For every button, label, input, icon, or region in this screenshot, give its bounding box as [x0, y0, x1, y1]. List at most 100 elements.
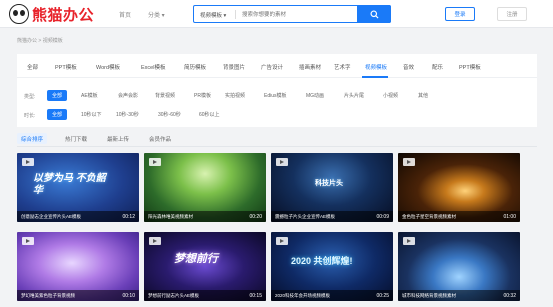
tab-illustration[interactable]: 插画素材 — [299, 63, 321, 71]
type-option-pr[interactable]: PR模板 — [194, 90, 211, 101]
duration-option-10-30[interactable]: 10秒-30秒 — [116, 109, 139, 120]
card-title: 梦想前行励志片头AE模板 — [148, 293, 200, 298]
card-title: 2020科技年会开场视频模板 — [275, 293, 331, 298]
video-card[interactable]: 以梦为马 不负韶华 创意励志企业宣传片头AE模板 00:12 — [17, 153, 139, 222]
register-button[interactable]: 注册 — [497, 7, 527, 21]
card-duration: 00:12 — [122, 213, 135, 220]
type-option-intro[interactable]: 片头片尾 — [344, 90, 364, 101]
card-caption: 震撼粒子片头企业宣传AE模板 00:09 — [271, 211, 393, 222]
search-bar: 视频模板 ▾ — [193, 5, 391, 23]
card-caption: 创意励志企业宣传片头AE模板 00:12 — [17, 211, 139, 222]
tab-all[interactable]: 全部 — [27, 63, 38, 71]
type-option-mg[interactable]: MG动画 — [306, 90, 324, 101]
play-icon — [22, 237, 34, 245]
search-icon — [369, 9, 379, 19]
card-caption: 金色粒子星空背景视频素材 01:00 — [398, 211, 520, 222]
card-caption: 梦想前行励志片头AE模板 00:15 — [144, 290, 266, 301]
type-option-short[interactable]: 小视频 — [383, 90, 398, 101]
search-type-select[interactable]: 视频模板 ▾ — [200, 11, 226, 19]
card-title: 震撼粒子片头企业宣传AE模板 — [275, 214, 336, 219]
sort-hot-download[interactable]: 热门下载 — [65, 133, 87, 144]
play-icon — [149, 158, 161, 166]
duration-filter-label: 时长: — [24, 113, 36, 119]
card-duration: 01:00 — [503, 213, 516, 220]
card-caption: 梦幻唯美紫色粒子背景视频 00:10 — [17, 290, 139, 301]
card-title: 梦幻唯美紫色粒子背景视频 — [21, 293, 75, 298]
type-option-live[interactable]: 实拍视频 — [225, 90, 245, 101]
card-duration: 00:10 — [122, 292, 135, 299]
category-tabs: 全部 PPT模板 Word模板 Excel模板 简历模板 背景图片 广告设计 插… — [17, 54, 537, 78]
tab-video-template[interactable]: 视频模板 — [365, 63, 387, 71]
type-option-ae[interactable]: AE模板 — [81, 90, 98, 101]
type-option-all[interactable]: 全部 — [47, 90, 68, 101]
tab-ppt-2[interactable]: PPT模板 — [459, 63, 481, 71]
active-tab-underline — [362, 76, 388, 78]
type-option-other[interactable]: 其他 — [418, 90, 428, 101]
duration-option-30-60[interactable]: 30秒-60秒 — [158, 109, 181, 120]
tab-sound[interactable]: 音效 — [403, 63, 414, 71]
panda-logo-icon — [9, 4, 29, 24]
card-title: 创意励志企业宣传片头AE模板 — [21, 214, 82, 219]
video-card[interactable]: 梦想前行 梦想前行励志片头AE模板 00:15 — [144, 232, 266, 301]
search-input[interactable] — [242, 8, 342, 21]
login-button[interactable]: 登录 — [445, 7, 475, 21]
sort-newest[interactable]: 最新上传 — [107, 133, 129, 144]
tab-resume[interactable]: 简历模板 — [184, 63, 206, 71]
tab-background[interactable]: 背景图片 — [223, 63, 245, 71]
play-icon — [149, 237, 161, 245]
sort-bar: 综合排序 热门下载 最新上传 会员作品 — [17, 130, 537, 147]
type-option-huisheng[interactable]: 会声会影 — [118, 90, 138, 101]
duration-option-under10[interactable]: 10秒以下 — [81, 109, 102, 120]
card-title: 阳光森林唯美视频素材 — [148, 214, 193, 219]
card-caption: 阳光森林唯美视频素材 00:20 — [144, 211, 266, 222]
play-icon — [22, 158, 34, 166]
card-caption: 城市科技网络背景视频素材 00:32 — [398, 290, 520, 301]
card-caption: 2020科技年会开场视频模板 00:25 — [271, 290, 393, 301]
play-icon — [276, 158, 288, 166]
category-panel: 全部 PPT模板 Word模板 Excel模板 简历模板 背景图片 广告设计 插… — [17, 54, 537, 127]
tab-ppt[interactable]: PPT模板 — [55, 63, 77, 71]
type-filter-row: 类型: 全部 AE模板 会声会影 背景视频 PR模板 实拍视频 Edius模板 … — [17, 90, 537, 102]
tab-excel[interactable]: Excel模板 — [141, 63, 165, 71]
thumbnail-overlay-text: 梦想前行 — [174, 253, 218, 265]
card-title: 城市科技网络背景视频素材 — [402, 293, 456, 298]
nav-category-dropdown[interactable]: 分类 ▾ — [148, 10, 165, 19]
play-icon — [403, 158, 415, 166]
card-duration: 00:25 — [376, 292, 389, 299]
video-card[interactable]: 金色粒子星空背景视频素材 01:00 — [398, 153, 520, 222]
video-card[interactable]: 城市科技网络背景视频素材 00:32 — [398, 232, 520, 301]
type-filter-label: 类型: — [24, 94, 36, 100]
breadcrumb[interactable]: 熊猫办公 > 视频模板 — [17, 37, 63, 44]
tab-ad-design[interactable]: 广告设计 — [261, 63, 283, 71]
play-icon — [276, 237, 288, 245]
duration-option-over60[interactable]: 60秒以上 — [199, 109, 220, 120]
duration-option-all[interactable]: 全部 — [47, 109, 68, 120]
sort-vip-works[interactable]: 会员作品 — [149, 133, 171, 144]
sort-comprehensive[interactable]: 综合排序 — [17, 133, 48, 144]
type-option-bg-video[interactable]: 背景视频 — [155, 90, 175, 101]
logo-text: 熊猫办公 — [32, 5, 95, 24]
card-title: 金色粒子星空背景视频素材 — [402, 214, 456, 219]
thumbnail-overlay-text: 科技片头 — [315, 180, 343, 187]
top-header: 熊猫办公 首页 分类 ▾ 视频模板 ▾ 登录 注册 — [0, 0, 553, 28]
tab-word[interactable]: Word模板 — [96, 63, 120, 71]
card-duration: 00:20 — [249, 213, 262, 220]
play-icon — [403, 237, 415, 245]
search-divider — [235, 10, 236, 19]
thumbnail-overlay-text: 以梦为马 不负韶华 — [33, 173, 106, 196]
nav-home[interactable]: 首页 — [119, 10, 131, 19]
card-duration: 00:32 — [503, 292, 516, 299]
search-button[interactable] — [357, 5, 391, 23]
site-logo[interactable]: 熊猫办公 — [9, 4, 94, 24]
video-card[interactable]: 阳光森林唯美视频素材 00:20 — [144, 153, 266, 222]
card-duration: 00:09 — [376, 213, 389, 220]
type-option-edius[interactable]: Edius模板 — [264, 90, 287, 101]
video-card[interactable]: 2020 共创辉煌! 2020科技年会开场视频模板 00:25 — [271, 232, 393, 301]
tab-music[interactable]: 配乐 — [432, 63, 443, 71]
card-duration: 00:15 — [249, 292, 262, 299]
video-card[interactable]: 梦幻唯美紫色粒子背景视频 00:10 — [17, 232, 139, 301]
duration-filter-row: 时长: 全部 10秒以下 10秒-30秒 30秒-60秒 60秒以上 — [17, 109, 537, 121]
thumbnail-overlay-text: 2020 共创辉煌! — [291, 256, 353, 266]
tab-art-text[interactable]: 艺术字 — [334, 63, 351, 71]
video-card[interactable]: 科技片头 震撼粒子片头企业宣传AE模板 00:09 — [271, 153, 393, 222]
